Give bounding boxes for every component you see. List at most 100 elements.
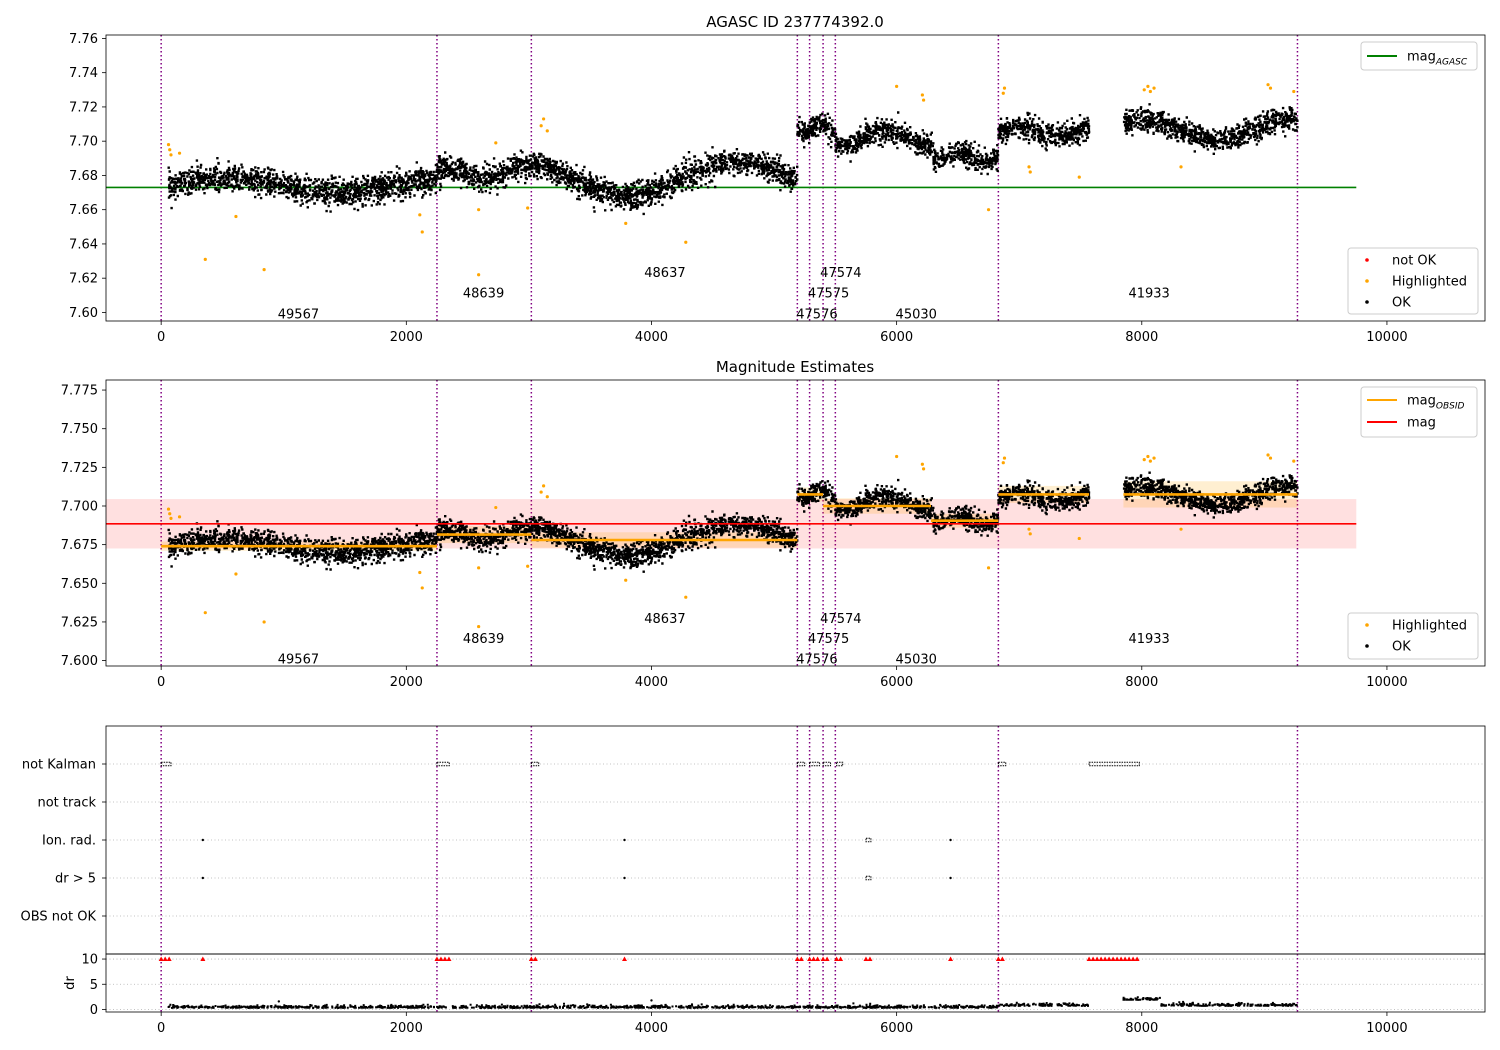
y-tick-label: 5 [90, 978, 98, 993]
y-tick-label: 10 [81, 953, 98, 968]
dr-clipped-marker [162, 956, 168, 962]
highlighted-point [494, 505, 498, 510]
dr-clipped-marker [1122, 956, 1128, 962]
highlighted-point [1002, 456, 1007, 460]
highlighted-point [203, 611, 207, 615]
highlighted-point [684, 595, 688, 599]
flag-category-label: not Kalman [22, 758, 96, 773]
highlighted-point [1027, 527, 1031, 531]
y-tick-label: 7.60 [69, 306, 98, 321]
x-tick-label: 2000 [390, 675, 423, 690]
highlighted-point [420, 230, 424, 234]
x-tick-label: 4000 [635, 675, 668, 690]
highlighted-point [477, 624, 481, 629]
y-tick-label: 7.68 [69, 169, 98, 184]
obsid-label: 45030 [896, 652, 937, 667]
highlighted-point [1077, 536, 1081, 541]
y-tick-label: 7.72 [69, 100, 98, 115]
x-tick-label: 8000 [1125, 675, 1158, 690]
y-tick-label: 7.625 [61, 615, 98, 630]
dr-clipped-marker [1118, 956, 1124, 962]
highlighted-point [920, 93, 924, 97]
highlighted-point [539, 124, 543, 128]
legend-dot-swatch [1365, 300, 1369, 304]
highlighted-point [169, 153, 173, 157]
highlighted-point [177, 515, 182, 519]
legend-label-main: mag [1407, 394, 1436, 409]
obsid-label: 41933 [1128, 287, 1169, 302]
highlighted-point [1292, 89, 1296, 94]
legend-label-main: mag [1407, 50, 1436, 65]
legend-label-subscript: OBSID [1436, 402, 1465, 412]
y-tick-label: 7.775 [61, 384, 98, 399]
y-tick-label: 7.700 [61, 499, 98, 514]
flag-marker [865, 837, 872, 843]
legend-label-subscript: AGASC [1435, 58, 1468, 68]
highlighted-point [1001, 91, 1005, 95]
legend-dot-swatch [1365, 279, 1369, 283]
highlighted-point [1146, 454, 1150, 459]
highlighted-point [624, 578, 628, 582]
panel2-title: Magnitude Estimates [716, 358, 874, 376]
x-tick-label: 4000 [635, 1021, 668, 1036]
dr-clipped-marker [1102, 956, 1108, 962]
flag-marker [865, 875, 872, 881]
highlighted-point [1142, 88, 1146, 92]
legend-label: mag [1407, 416, 1436, 431]
dr-clipped-marker [1126, 956, 1132, 962]
panel1-title: AGASC ID 237774392.0 [706, 13, 884, 31]
highlighted-point [684, 240, 688, 244]
highlighted-point [169, 516, 173, 520]
highlighted-point [921, 98, 926, 102]
legend-label: not OK [1392, 254, 1437, 269]
highlighted-point [1027, 165, 1031, 169]
highlighted-point [234, 572, 238, 576]
highlighted-point [895, 454, 899, 459]
legend-dot-swatch [1365, 644, 1369, 648]
flag-category-label: dr > 5 [55, 872, 96, 887]
highlighted-point [418, 213, 422, 217]
highlighted-point [526, 564, 530, 568]
dr-clipped-marker [1086, 956, 1092, 962]
y-tick-label: 7.76 [69, 32, 98, 47]
highlighted-point [542, 484, 546, 488]
highlighted-point [1077, 175, 1081, 179]
flag-marker [623, 876, 626, 880]
dr-clipped-marker [867, 956, 873, 962]
dr-clipped-marker [1114, 956, 1120, 962]
obsid-label: 41933 [1128, 632, 1169, 647]
obsid-label: 49567 [278, 307, 319, 322]
x-tick-label: 4000 [635, 330, 668, 345]
y-tick-label: 7.66 [69, 203, 98, 218]
dr-clipped-marker [1090, 956, 1096, 962]
highlighted-point [477, 208, 481, 212]
highlighted-point [986, 566, 991, 570]
legend-label: OK [1392, 640, 1411, 655]
highlighted-point [1001, 461, 1005, 465]
highlighted-point [477, 566, 481, 570]
highlighted-point [986, 208, 991, 212]
highlighted-point [1268, 86, 1273, 90]
y-tick-label: 7.74 [69, 66, 98, 81]
dr-point [650, 999, 653, 1002]
obsid-label: 48637 [644, 266, 685, 281]
highlighted-point [1146, 84, 1150, 88]
flag-marker [796, 761, 806, 767]
flag-marker [201, 838, 205, 842]
dr-clipped-marker [1094, 956, 1100, 962]
highlighted-point [1002, 86, 1007, 90]
highlighted-point [1266, 453, 1270, 457]
highlighted-point [477, 273, 481, 277]
obsid-label: 45030 [896, 307, 937, 322]
axes-frame [105, 953, 1486, 1013]
highlighted-point [1028, 170, 1032, 174]
x-tick-label: 2000 [390, 330, 423, 345]
dr-axis-label: dr [63, 976, 78, 990]
highlighted-point [920, 462, 924, 466]
legend-label-main: mag [1407, 416, 1436, 431]
x-tick-label: 10000 [1366, 330, 1407, 345]
x-tick-label: 10000 [1366, 1021, 1407, 1036]
y-tick-label: 7.750 [61, 422, 98, 437]
obsid-label: 48637 [644, 612, 685, 627]
highlighted-point [539, 490, 543, 494]
